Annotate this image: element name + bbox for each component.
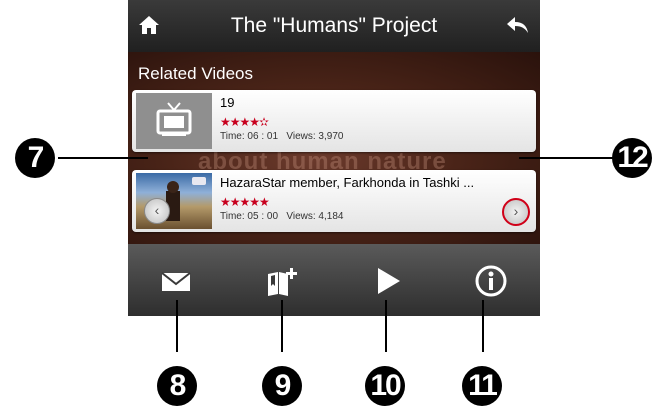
callout-line [176, 300, 178, 352]
video-title: HazaraStar member, Farkhonda in Tashki .… [220, 175, 475, 190]
previous-page-button[interactable]: ‹ [144, 198, 170, 224]
mail-icon[interactable] [158, 264, 194, 298]
related-video-item[interactable]: HazaraStar member, Farkhonda in Tashki .… [132, 170, 536, 232]
callout-badge: 11 [462, 366, 502, 406]
title-bar: The "Humans" Project [128, 0, 540, 52]
views-label: Views: [286, 211, 316, 222]
bottom-toolbar [128, 244, 540, 316]
video-content: about human nature Related Videos 19 ★★★… [128, 52, 540, 244]
callout-badge: 12 [612, 138, 652, 178]
views-label: Views: [286, 131, 316, 142]
section-title: Related Videos [138, 64, 253, 83]
bookmark-add-icon[interactable] [264, 264, 300, 298]
view-count: 3,970 [318, 131, 344, 142]
video-title: 19 [220, 95, 235, 110]
video-thumbnail [136, 93, 212, 149]
callout-badge: 9 [262, 366, 302, 406]
video-meta: Time: 05 : 00 Views: 4,184 [220, 211, 343, 222]
next-page-button[interactable]: › [502, 198, 530, 226]
callout-line [482, 300, 484, 352]
play-icon[interactable] [370, 264, 406, 298]
related-video-item[interactable]: 19 ★★★★✫ Time: 06 : 01 Views: 3,970 [132, 90, 536, 152]
info-icon[interactable] [473, 264, 509, 298]
callout-badge: 7 [15, 138, 55, 178]
callout-line [385, 300, 387, 352]
tv-icon [156, 102, 192, 136]
callout-line [281, 300, 283, 352]
time-label: Time: [220, 211, 245, 222]
video-duration: 05 : 00 [247, 211, 279, 222]
back-arrow-icon[interactable] [506, 14, 530, 36]
callout-line [519, 157, 615, 159]
phone-screen: The "Humans" Project about human nature … [128, 0, 540, 316]
callout-badge: 8 [157, 366, 197, 406]
view-count: 4,184 [318, 211, 344, 222]
time-label: Time: [220, 131, 245, 142]
callout-line [58, 157, 148, 159]
rating-stars: ★★★★★ [220, 195, 270, 209]
video-meta: Time: 06 : 01 Views: 3,970 [220, 131, 343, 142]
page-title: The "Humans" Project [230, 14, 438, 37]
video-duration: 06 : 01 [247, 131, 279, 142]
callout-badge: 10 [365, 366, 405, 406]
rating-stars: ★★★★✫ [220, 115, 269, 129]
